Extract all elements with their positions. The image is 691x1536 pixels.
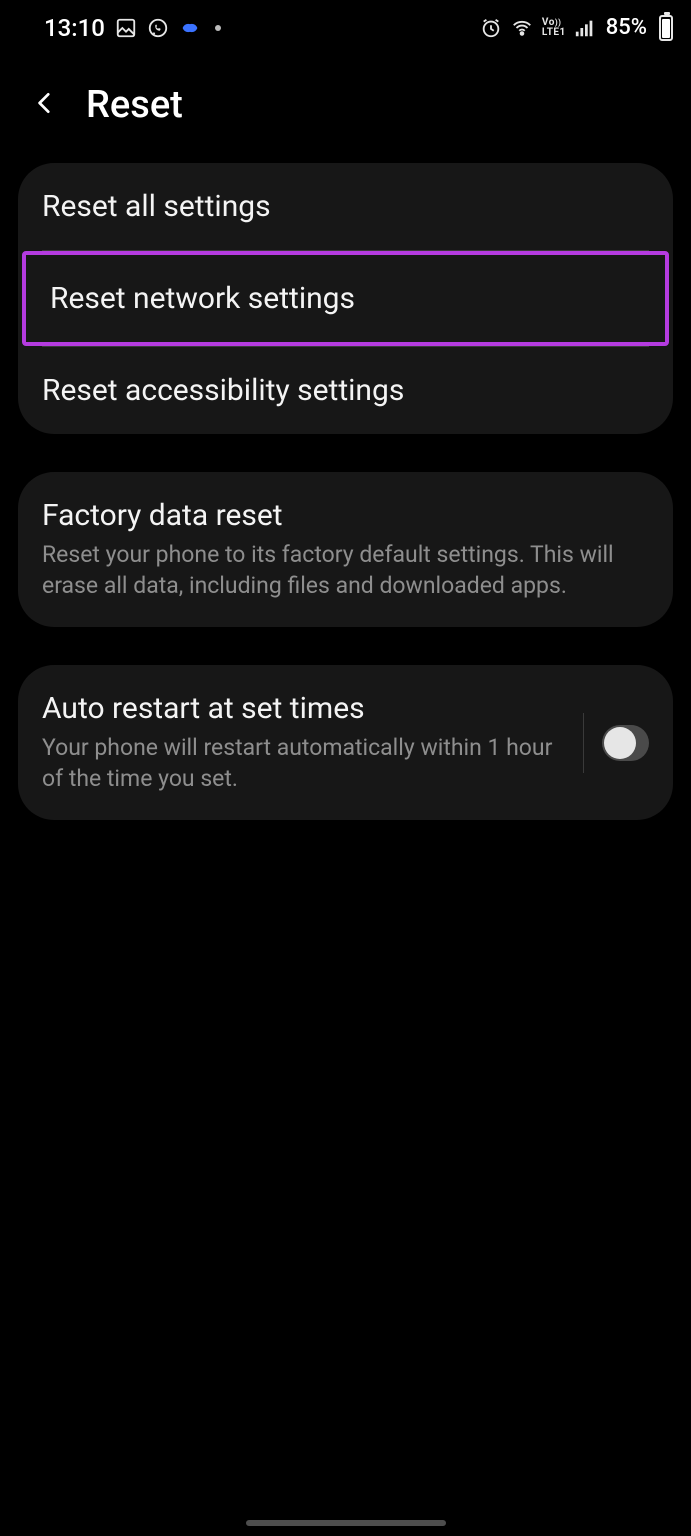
page-header: Reset bbox=[0, 55, 691, 163]
row-label: Factory data reset bbox=[42, 498, 649, 533]
wifi-icon bbox=[510, 17, 534, 39]
signal-icon bbox=[574, 17, 596, 39]
whatsapp-icon bbox=[147, 17, 169, 39]
row-label: Reset network settings bbox=[50, 281, 641, 316]
volte-icon: Vo))LTE1 bbox=[542, 18, 566, 38]
factory-reset-card: Factory data reset Reset your phone to i… bbox=[18, 472, 673, 627]
gallery-icon bbox=[115, 17, 137, 39]
row-label: Reset accessibility settings bbox=[42, 373, 649, 408]
auto-restart-card: Auto restart at set times Your phone wil… bbox=[18, 665, 673, 820]
page-title: Reset bbox=[86, 83, 183, 127]
status-time: 13:10 bbox=[44, 14, 105, 42]
gesture-nav-indicator[interactable] bbox=[246, 1520, 446, 1526]
toggle-knob bbox=[604, 727, 636, 759]
battery-percent: 85% bbox=[606, 15, 647, 40]
more-notifications-dot-icon bbox=[215, 25, 221, 31]
row-sublabel: Reset your phone to its factory default … bbox=[42, 539, 649, 601]
status-bar: 13:10 bbox=[0, 0, 691, 55]
battery-icon bbox=[659, 15, 673, 41]
auto-restart-toggle[interactable] bbox=[602, 725, 649, 761]
reset-all-settings-row[interactable]: Reset all settings bbox=[18, 163, 673, 250]
reset-options-card: Reset all settings Reset network setting… bbox=[18, 163, 673, 434]
divider-vertical bbox=[583, 713, 584, 773]
factory-data-reset-row[interactable]: Factory data reset Reset your phone to i… bbox=[18, 472, 673, 627]
back-button[interactable] bbox=[32, 90, 58, 120]
row-label: Reset all settings bbox=[42, 189, 649, 224]
auto-restart-row[interactable]: Auto restart at set times Your phone wil… bbox=[18, 665, 673, 820]
chevron-left-icon bbox=[32, 90, 58, 116]
alarm-icon bbox=[480, 17, 502, 39]
reset-accessibility-settings-row[interactable]: Reset accessibility settings bbox=[18, 347, 673, 434]
swirl-icon bbox=[179, 17, 201, 39]
row-label: Auto restart at set times bbox=[42, 691, 565, 726]
row-sublabel: Your phone will restart automatically wi… bbox=[42, 732, 565, 794]
reset-network-settings-row[interactable]: Reset network settings bbox=[22, 251, 669, 346]
